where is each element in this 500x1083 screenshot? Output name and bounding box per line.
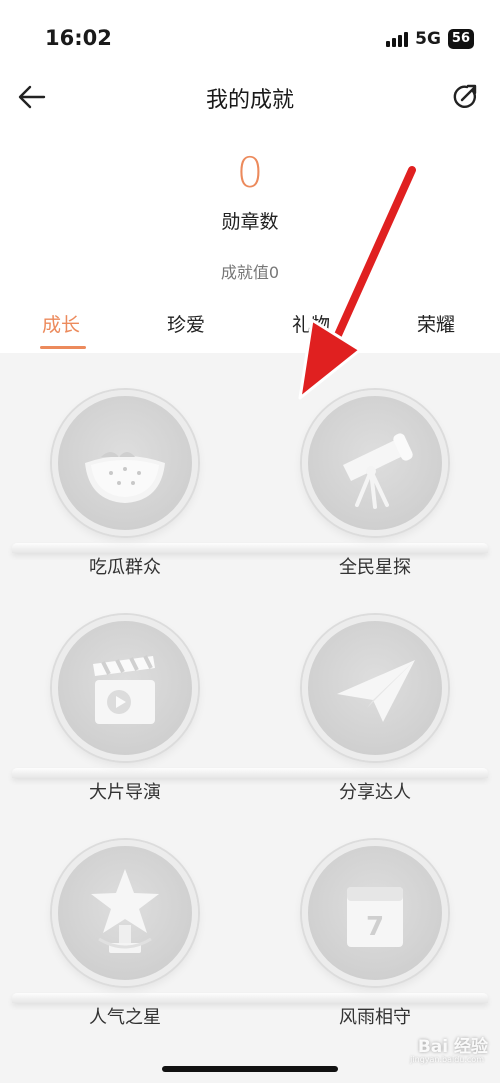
calendar-icon: 7 [302,840,448,986]
badge-grid: 吃瓜群众 全民星探 大片导演 分享达人 人气之星 7 风雨相守 [0,353,500,1083]
clapperboard-icon [52,615,198,761]
badge-name: 全民星探 [339,557,411,578]
badge-name: 吃瓜群众 [89,557,161,578]
signal-icon [386,31,409,47]
page-title: 我的成就 [205,88,294,113]
status-indicators: 5G 56 [386,29,474,49]
watermark-logo: Bai 经验 [417,1037,488,1057]
annotation-arrow-icon [298,163,419,400]
watermelon-icon [52,390,198,536]
status-time: 16:02 [45,26,112,50]
nav-bar: 我的成就 [0,72,500,122]
badge-name: 大片导演 [89,782,161,803]
badge-item[interactable]: 7 风雨相守 [250,803,500,1028]
badge-name: 分享达人 [339,782,411,803]
battery-icon: 56 [447,29,474,49]
badge-name: 风雨相守 [339,1007,411,1028]
paper-plane-icon [302,615,448,761]
badge-item[interactable]: 人气之星 [0,803,250,1028]
network-type: 5G [415,29,441,49]
active-tab-indicator [40,346,86,349]
badge-item[interactable]: 吃瓜群众 [0,353,250,578]
telescope-icon [302,390,448,536]
star-trophy-icon [52,840,198,986]
badge-item[interactable]: 分享达人 [250,578,500,803]
home-indicator[interactable] [162,1066,338,1072]
tab-growth[interactable]: 成长 [42,310,80,337]
share-icon[interactable] [450,82,480,112]
badge-name: 人气之星 [89,1007,161,1028]
badge-item[interactable]: 大片导演 [0,578,250,803]
status-bar: 16:02 5G 56 [0,0,500,70]
calendar-day: 7 [366,912,384,942]
watermark-url: jingyan.baidu.com [410,1055,484,1064]
tab-cherish[interactable]: 珍爱 [167,310,205,337]
